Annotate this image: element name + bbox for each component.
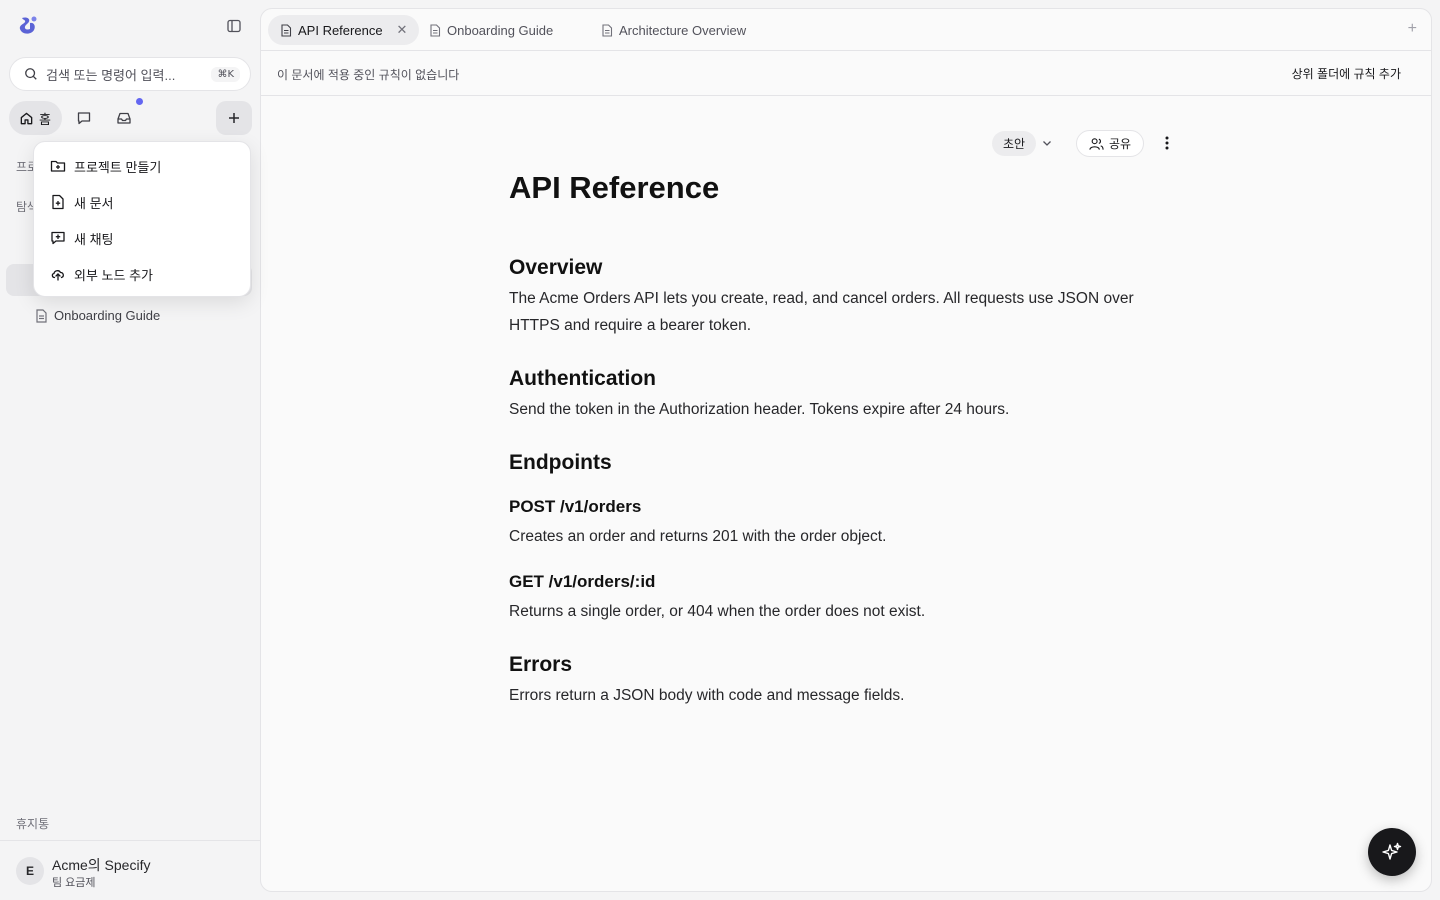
nav-home-button[interactable]: 홈: [9, 101, 62, 135]
avatar: E: [16, 857, 44, 885]
chevron-down-icon[interactable]: [1041, 137, 1053, 149]
cloud-upload-icon: [51, 270, 64, 281]
tab-label: API Reference: [298, 22, 383, 38]
workspace-plan: 팀 요금제: [52, 877, 96, 889]
search-shortcut-badge: ⌘K: [211, 66, 240, 82]
section-heading: Authentication: [509, 367, 656, 390]
nav-chat-button[interactable]: [66, 101, 102, 135]
menu-item-label: 새 문서: [74, 195, 114, 211]
workspace-switcher[interactable]: E Acme의 Specify 팀 요금제: [0, 840, 260, 900]
section-heading: Errors: [509, 653, 573, 676]
main-panel: API Reference ✕ Onboarding Guide Archite…: [260, 8, 1432, 892]
section-authentication: Authentication Send the token in the Aut…: [509, 366, 1169, 423]
section-heading: Endpoints: [509, 451, 612, 474]
menu-item-label: 외부 노드 추가: [74, 267, 153, 283]
create-new-button[interactable]: [216, 101, 252, 135]
plus-icon: [229, 113, 239, 123]
notification-dot: [136, 98, 143, 105]
search-input[interactable]: 검색 또는 명령어 입력... ⌘K: [9, 57, 251, 91]
chat-plus-icon: [51, 231, 65, 245]
document-title: API Reference: [509, 170, 720, 205]
menu-item-label: 새 채팅: [74, 231, 114, 247]
more-vertical-icon[interactable]: [1159, 135, 1175, 151]
home-icon: [20, 112, 33, 124]
ai-assistant-button[interactable]: [1368, 828, 1416, 876]
tab-architecture-overview[interactable]: Architecture Overview: [589, 15, 758, 45]
tab-bar: API Reference ✕ Onboarding Guide Archite…: [261, 9, 1431, 51]
section-body: Creates an order and returns 201 with th…: [509, 528, 887, 545]
share-button[interactable]: 공유: [1076, 130, 1144, 157]
rules-message: 이 문서에 적용 중인 규칙이 없습니다: [277, 68, 460, 82]
share-label: 공유: [1108, 137, 1132, 151]
workspace-name: Acme의 Specify: [52, 857, 151, 873]
chat-icon: [77, 112, 91, 125]
section-errors: Errors Errors return a JSON body with co…: [509, 652, 1169, 709]
document-content[interactable]: API Reference Overview The Acme Orders A…: [509, 169, 1169, 709]
section-body: Returns a single order, or 404 when the …: [509, 603, 926, 620]
create-menu: 프로젝트 만들기 새 문서 새 채팅 외부 노드 추가: [33, 141, 251, 297]
new-tab-icon[interactable]: +: [1408, 20, 1417, 38]
nav-home-label: 홈: [39, 111, 51, 127]
menu-item-add-external-node[interactable]: 외부 노드 추가: [34, 256, 250, 292]
sidebar-toggle-icon[interactable]: [222, 14, 246, 38]
sidebar: 검색 또는 명령어 입력... ⌘K 홈 프로 탐색 Onboarding Gu…: [0, 0, 260, 900]
menu-item-label: 프로젝트 만들기: [74, 159, 162, 175]
tab-onboarding-guide[interactable]: Onboarding Guide: [417, 15, 565, 45]
section-overview: Overview The Acme Orders API lets you cr…: [509, 255, 1169, 339]
search-placeholder: 검색 또는 명령어 입력...: [46, 67, 176, 83]
status-badge[interactable]: 초안: [992, 131, 1036, 156]
sidebar-nav: 홈: [9, 98, 252, 135]
tab-label: Onboarding Guide: [447, 22, 554, 38]
add-parent-rule-button[interactable]: 상위 폴더에 규칙 추가: [1292, 65, 1401, 82]
tree-item-label: Onboarding Guide: [54, 308, 161, 323]
section-body: Send the token in the Authorization head…: [509, 401, 1010, 418]
menu-item-new-document[interactable]: 새 문서: [34, 184, 250, 220]
folder-plus-icon: [50, 160, 66, 172]
rules-bar: 이 문서에 적용 중인 규칙이 없습니다 상위 폴더에 규칙 추가: [261, 51, 1431, 96]
tab-api-reference[interactable]: API Reference ✕: [268, 15, 420, 45]
section-heading: Overview: [509, 256, 603, 279]
sparkle-icon: [1382, 842, 1402, 860]
section-body: The Acme Orders API lets you create, rea…: [509, 290, 1134, 334]
tab-label: Architecture Overview: [619, 22, 747, 38]
app-logo-icon[interactable]: [16, 14, 40, 38]
subsection-heading: GET /v1/orders/:id: [509, 572, 656, 591]
menu-item-new-chat[interactable]: 새 채팅: [34, 220, 250, 256]
document-icon: [36, 308, 47, 323]
document-icon: [602, 23, 613, 37]
trash-link[interactable]: 휴지통: [16, 815, 49, 832]
subsection-heading: POST /v1/orders: [509, 497, 642, 516]
section-body: Errors return a JSON body with code and …: [509, 687, 905, 704]
nav-inbox-button[interactable]: [106, 101, 142, 135]
subsection-post-orders: POST /v1/orders Creates an order and ret…: [509, 496, 1169, 550]
search-icon: [25, 68, 37, 80]
document-icon: [430, 23, 441, 37]
inbox-icon: [117, 112, 131, 124]
document-icon: [281, 23, 292, 37]
close-icon[interactable]: ✕: [397, 22, 408, 38]
users-icon: [1089, 137, 1104, 150]
tree-item-onboarding-guide[interactable]: Onboarding Guide: [35, 308, 160, 323]
file-plus-icon: [52, 194, 64, 210]
subsection-get-order: GET /v1/orders/:id Returns a single orde…: [509, 571, 1169, 625]
menu-item-create-project[interactable]: 프로젝트 만들기: [34, 148, 250, 184]
section-endpoints: Endpoints: [509, 450, 1169, 476]
